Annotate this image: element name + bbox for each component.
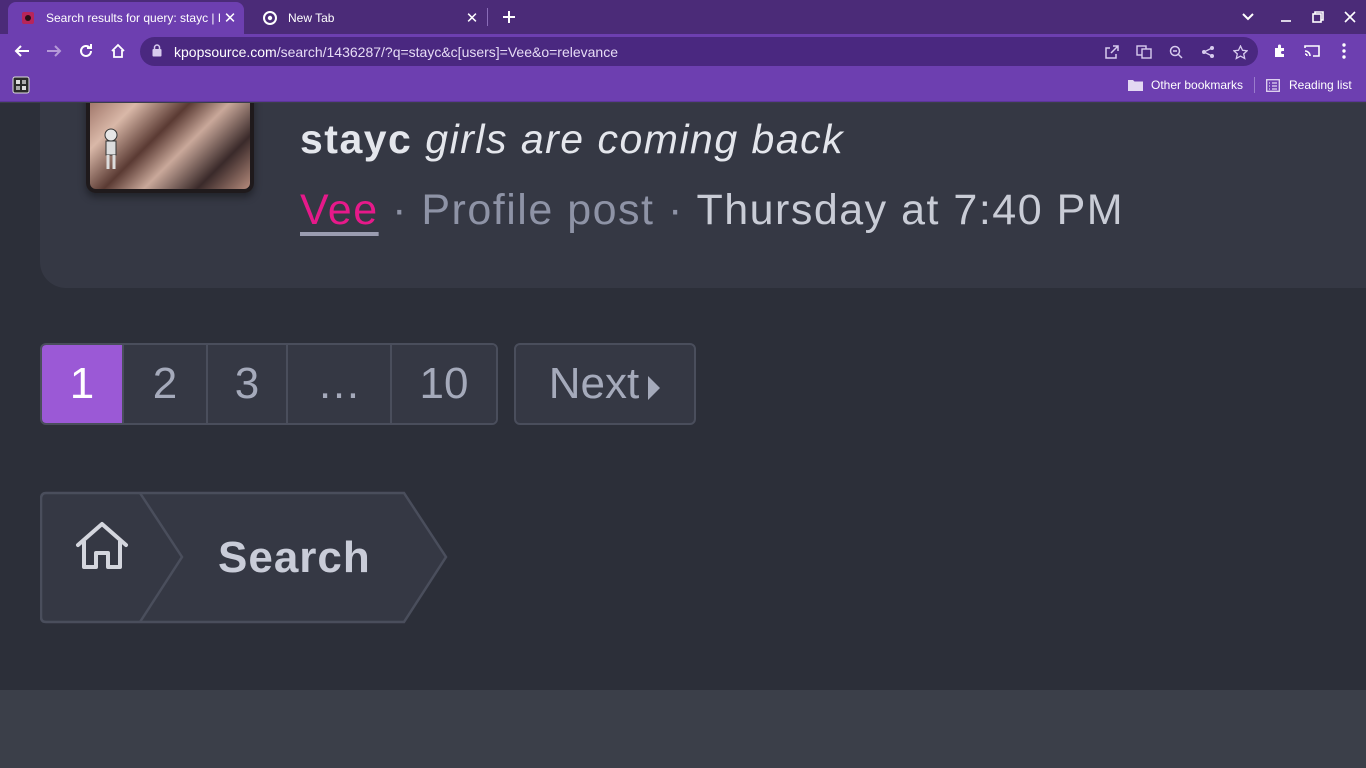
page-link-current[interactable]: 1 xyxy=(42,345,122,423)
url-text[interactable]: kpopsource.com/search/1436287/?q=stayc&c… xyxy=(174,44,618,60)
reading-list[interactable]: Reading list xyxy=(1266,75,1352,95)
tab-close-icon[interactable]: ✕ xyxy=(220,8,240,28)
menu-icon[interactable] xyxy=(1330,37,1358,65)
content-type: Profile post xyxy=(421,186,655,234)
page-link[interactable]: 3 xyxy=(206,345,286,423)
reading-list-icon xyxy=(1266,78,1280,92)
reload-icon[interactable] xyxy=(72,37,100,65)
new-tab-button[interactable] xyxy=(497,5,521,29)
page-content: stayc girls are coming back Vee · Profil… xyxy=(0,103,1366,690)
tab-search-chevron-icon[interactable] xyxy=(1235,4,1261,30)
url-host: kpopsource.com xyxy=(174,44,277,60)
result-title[interactable]: stayc girls are coming back xyxy=(300,116,844,163)
page-link[interactable]: 10 xyxy=(390,345,496,423)
browser-toolbar: kpopsource.com/search/1436287/?q=stayc&c… xyxy=(0,34,1366,68)
cast-icon[interactable] xyxy=(1298,37,1326,65)
next-label: Next xyxy=(548,359,640,408)
tab-close-icon[interactable]: ✕ xyxy=(462,8,482,28)
meta-separator: · xyxy=(392,186,408,234)
page-jump[interactable]: … xyxy=(286,345,390,423)
url-path: /search/1436287/?q=stayc&c[users]=Vee&o=… xyxy=(276,44,619,60)
tab-title: New Tab xyxy=(288,11,335,25)
tab-strip: Search results for query: stayc | K ✕ Ne… xyxy=(0,0,1366,34)
chrome-icon xyxy=(262,10,278,26)
next-page-button[interactable]: Next xyxy=(514,343,696,425)
translate-icon[interactable] xyxy=(1133,41,1155,63)
breadcrumb-home[interactable] xyxy=(74,521,130,571)
close-window-icon[interactable] xyxy=(1337,4,1363,30)
result-title-rest: girls are coming back xyxy=(425,116,845,162)
minimize-icon[interactable] xyxy=(1273,4,1299,30)
avatar-figure-icon xyxy=(104,128,118,169)
star-icon[interactable] xyxy=(1229,41,1251,63)
open-in-app-icon[interactable] xyxy=(1101,41,1123,63)
result-meta: Vee · Profile post · Thursday at 7:40 PM xyxy=(300,186,1124,235)
page-link[interactable]: 2 xyxy=(122,345,206,423)
reading-list-label: Reading list xyxy=(1289,78,1352,92)
tab-separator xyxy=(487,8,488,26)
post-time[interactable]: Thursday at 7:40 PM xyxy=(696,186,1124,234)
bookmarks-separator xyxy=(1254,77,1255,93)
share-icon[interactable] xyxy=(1197,41,1219,63)
apps-icon[interactable] xyxy=(12,76,30,94)
result-title-match: stayc xyxy=(300,116,413,162)
home-icon xyxy=(76,522,128,569)
zoom-icon[interactable] xyxy=(1165,41,1187,63)
extensions-icon[interactable] xyxy=(1266,37,1294,65)
author-link[interactable]: Vee xyxy=(300,186,379,234)
folder-icon xyxy=(1128,79,1143,91)
lock-icon[interactable] xyxy=(152,44,162,62)
caret-right-icon xyxy=(647,362,661,412)
back-icon[interactable] xyxy=(8,37,36,65)
pagination: 1 2 3 … 10 xyxy=(40,343,498,425)
meta-separator: · xyxy=(667,186,684,234)
forward-icon[interactable] xyxy=(40,37,68,65)
avatar[interactable] xyxy=(86,103,254,193)
tab-title: Search results for query: stayc | K xyxy=(46,11,220,25)
other-bookmarks-label: Other bookmarks xyxy=(1151,78,1244,92)
home-icon[interactable] xyxy=(104,37,132,65)
restore-icon[interactable] xyxy=(1305,4,1331,30)
tab-search-results[interactable]: Search results for query: stayc | K ✕ xyxy=(8,2,244,34)
tab-new-tab[interactable]: New Tab ✕ xyxy=(250,2,486,34)
bookmarks-bar: Other bookmarks Reading list xyxy=(0,68,1366,102)
other-bookmarks[interactable]: Other bookmarks xyxy=(1128,75,1243,95)
site-favicon-icon xyxy=(20,10,36,26)
breadcrumb-item-search[interactable]: Search xyxy=(218,533,371,583)
address-bar[interactable]: kpopsource.com/search/1436287/?q=stayc&c… xyxy=(140,37,1258,66)
page-footer xyxy=(0,690,1366,768)
search-result-card: stayc girls are coming back Vee · Profil… xyxy=(40,103,1366,288)
breadcrumb: Search xyxy=(40,491,452,625)
